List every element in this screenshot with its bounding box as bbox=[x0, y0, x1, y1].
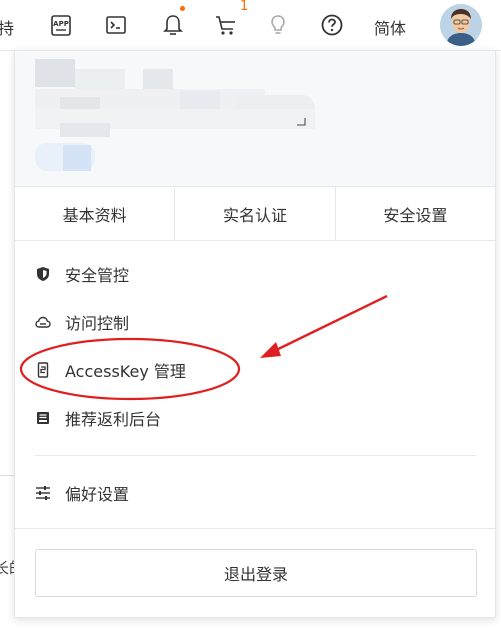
logout-button[interactable]: 退出登录 bbox=[35, 549, 477, 597]
menu-item-access-control[interactable]: 访问控制 bbox=[35, 310, 129, 334]
inbox-icon bbox=[35, 410, 51, 426]
menu-item-label: AccessKey 管理 bbox=[65, 362, 186, 381]
top-navbar: 持 APP 1 简体 bbox=[0, 0, 501, 51]
key-icon bbox=[35, 362, 51, 378]
menu-divider bbox=[15, 528, 495, 529]
corner-mark-icon bbox=[297, 118, 306, 126]
cart-count-badge: 1 bbox=[240, 0, 249, 14]
cloud-icon bbox=[35, 314, 51, 330]
lightbulb-icon[interactable] bbox=[263, 10, 293, 40]
shield-icon bbox=[35, 266, 51, 282]
cart-icon[interactable] bbox=[211, 10, 241, 40]
user-avatar[interactable] bbox=[440, 4, 482, 46]
redacted-block bbox=[35, 59, 75, 87]
help-icon[interactable] bbox=[317, 10, 347, 40]
tab-security-settings[interactable]: 安全设置 bbox=[336, 187, 495, 240]
background-divider bbox=[0, 475, 15, 476]
menu-item-label: 安全管控 bbox=[65, 266, 130, 285]
profile-header bbox=[15, 51, 495, 186]
menu-item-label: 访问控制 bbox=[65, 314, 130, 333]
terminal-icon[interactable] bbox=[101, 10, 131, 40]
profile-tabs: 基本资料 实名认证 安全设置 bbox=[15, 186, 495, 241]
redacted-block bbox=[60, 123, 110, 137]
account-dropdown: 基本资料 实名认证 安全设置 安全管控 访问控制 AccessKey 管理 推荐… bbox=[14, 50, 496, 618]
menu-item-label: 推荐返利后台 bbox=[65, 410, 162, 429]
redacted-block bbox=[75, 69, 125, 89]
menu-item-referral-backend[interactable]: 推荐返利后台 bbox=[35, 406, 161, 430]
svg-text:APP: APP bbox=[53, 20, 69, 28]
redacted-block bbox=[143, 69, 173, 91]
redacted-block bbox=[63, 145, 91, 171]
menu-divider bbox=[35, 455, 476, 456]
notification-dot bbox=[180, 6, 185, 11]
tab-basic-info[interactable]: 基本资料 bbox=[15, 187, 176, 240]
bell-icon[interactable] bbox=[158, 10, 188, 40]
tab-real-name-auth[interactable]: 实名认证 bbox=[175, 187, 336, 240]
menu-item-accesskey[interactable]: AccessKey 管理 bbox=[35, 358, 186, 382]
app-icon[interactable]: APP bbox=[46, 10, 76, 40]
sliders-icon bbox=[35, 485, 51, 501]
truncated-nav-text: 持 bbox=[0, 19, 15, 38]
menu-item-preferences[interactable]: 偏好设置 bbox=[35, 481, 129, 505]
language-switch[interactable]: 简体 bbox=[374, 15, 406, 39]
menu-item-label: 偏好设置 bbox=[65, 485, 130, 504]
menu-item-security-control[interactable]: 安全管控 bbox=[35, 262, 129, 286]
